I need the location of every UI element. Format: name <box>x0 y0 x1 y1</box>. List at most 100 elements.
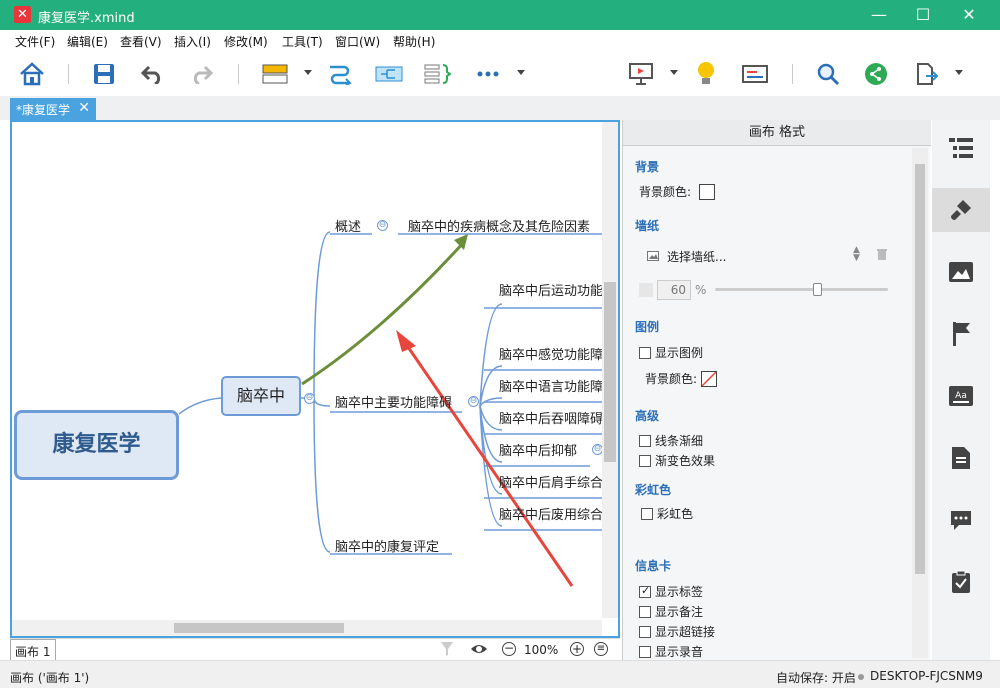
topic-dysfunction-child[interactable]: 脑卒中后吞咽障碍 <box>499 408 603 427</box>
topic-dropdown-icon[interactable] <box>304 70 312 75</box>
info-card-heading: 信息卡 <box>635 559 672 573</box>
task-clipboard-icon[interactable] <box>932 560 990 604</box>
summary-icon[interactable] <box>374 60 404 88</box>
relationship-icon[interactable] <box>326 60 354 88</box>
document-tab-strip: *康复医学 ✕ <box>0 96 1000 120</box>
show-links-checkbox[interactable] <box>639 625 651 638</box>
collapse-icon[interactable]: ⊖ <box>468 396 479 407</box>
collapse-icon[interactable]: ⊖ <box>377 220 388 231</box>
topic-assessment[interactable]: 脑卒中的康复评定 <box>335 536 439 555</box>
legend-color-swatch[interactable] <box>701 370 718 387</box>
more-icon[interactable] <box>474 60 502 88</box>
notes-icon[interactable] <box>932 436 990 480</box>
menu-window[interactable]: 窗口(W) <box>335 33 380 50</box>
background-heading: 背景 <box>635 160 660 174</box>
opacity-slider-handle[interactable] <box>813 283 822 296</box>
share-icon[interactable] <box>862 60 890 88</box>
gradient-checkbox[interactable] <box>639 454 651 467</box>
zoom-in-button[interactable]: + <box>570 642 584 656</box>
text-style-icon[interactable]: Aa <box>932 374 990 418</box>
show-notes-checkbox[interactable] <box>639 605 651 618</box>
rainbow-heading: 彩虹色 <box>635 483 672 497</box>
format-panel: 画布 格式 背景 背景颜色: 墙纸 选择墙纸... ▲ ▼ 60 % 图例 显示图… <box>622 120 931 660</box>
menu-edit[interactable]: 编辑(E) <box>67 33 108 50</box>
menu-insert[interactable]: 插入(I) <box>174 33 211 50</box>
rainbow-checkbox[interactable] <box>641 507 653 520</box>
topic-dysfunction-child[interactable]: 脑卒中后运动功能 <box>499 280 603 299</box>
scroll-thumb[interactable] <box>174 623 344 633</box>
collapse-icon[interactable]: ⊖ <box>304 393 315 404</box>
scroll-thumb[interactable] <box>915 164 925 574</box>
topic-dysfunction[interactable]: 脑卒中主要功能障碍 <box>335 392 452 411</box>
show-labels-checkbox[interactable] <box>639 584 651 598</box>
scroll-thumb[interactable] <box>604 282 616 462</box>
rainbow-label: 彩虹色 <box>657 507 694 521</box>
marker-flag-icon[interactable] <box>932 312 990 356</box>
topic-dysfunction-child[interactable]: 脑卒中语言功能障 <box>499 376 603 395</box>
svg-text:Aa: Aa <box>955 391 967 401</box>
menu-bar: 文件(F) 编辑(E) 查看(V) 插入(I) 修改(M) 工具(T) 窗口(W… <box>0 30 1000 52</box>
sheet-bar: 画布 1 − 100% + ≡ <box>10 638 620 661</box>
topic-dysfunction-child[interactable]: 脑卒中后废用综合 <box>499 504 603 523</box>
background-color-swatch[interactable] <box>699 183 716 200</box>
save-icon[interactable] <box>90 60 118 88</box>
canvas-vertical-scrollbar[interactable] <box>602 122 618 618</box>
maximize-button[interactable]: ☐ <box>908 4 938 26</box>
export-icon[interactable] <box>912 60 940 88</box>
opacity-slider-track[interactable] <box>715 288 888 291</box>
zoom-out-button[interactable]: − <box>502 642 516 656</box>
menu-file[interactable]: 文件(F) <box>15 33 55 50</box>
tab-close-button[interactable]: ✕ <box>78 100 90 116</box>
trash-icon[interactable] <box>877 248 887 263</box>
mindmap-canvas[interactable]: 康复医学 脑卒中 ⊖ 概述 ⊖ 脑卒中的疾病概念及其危险因素 脑卒中主要功能障碍… <box>10 120 620 638</box>
zoom-menu-button[interactable]: ≡ <box>594 642 608 656</box>
filter-funnel-icon[interactable] <box>440 641 454 660</box>
filter-icon[interactable] <box>740 60 770 88</box>
export-dropdown-icon[interactable] <box>955 70 963 75</box>
canvas-horizontal-scrollbar[interactable] <box>12 620 602 636</box>
status-bar: 画布 ('画布 1') 自动保存: 开启 DESKTOP-FJCSNM9 <box>0 660 1000 688</box>
show-audio-checkbox[interactable] <box>639 645 651 658</box>
more-dropdown-icon[interactable] <box>517 70 525 75</box>
menu-view[interactable]: 查看(V) <box>120 33 162 50</box>
menu-tools[interactable]: 工具(T) <box>282 33 323 50</box>
opacity-input[interactable]: 60 <box>657 280 691 300</box>
wallpaper-heading: 墙纸 <box>635 219 660 233</box>
toolbar-separator <box>68 64 69 84</box>
close-window-button[interactable]: ✕ <box>954 4 984 26</box>
sheet-tab[interactable]: 画布 1 <box>10 639 56 661</box>
menu-modify[interactable]: 修改(M) <box>224 33 268 50</box>
topic-overview-child[interactable]: 脑卒中的疾病概念及其危险因素 <box>408 216 590 235</box>
topic-dysfunction-child[interactable]: 脑卒中后抑郁 <box>499 440 577 459</box>
title-bar: ✕ 康复医学.xmind — ☐ ✕ <box>0 0 1000 30</box>
show-legend-checkbox[interactable] <box>639 346 651 359</box>
side-icon-rail: Aa <box>932 120 990 660</box>
spinner-arrows-icon[interactable]: ▲ ▼ <box>853 246 860 263</box>
menu-help[interactable]: 帮助(H) <box>393 33 435 50</box>
presentation-icon[interactable] <box>626 60 656 88</box>
comment-icon[interactable] <box>932 498 990 542</box>
search-icon[interactable] <box>814 60 842 88</box>
topic-overview[interactable]: 概述 <box>335 216 361 235</box>
format-brush-icon[interactable] <box>932 188 990 232</box>
boundary-icon[interactable] <box>422 60 452 88</box>
topic-icon[interactable] <box>260 60 290 88</box>
panel-scrollbar[interactable] <box>912 148 928 658</box>
idea-icon[interactable] <box>692 60 720 88</box>
redo-icon[interactable] <box>188 60 216 88</box>
eye-icon[interactable] <box>470 641 488 660</box>
taper-lines-checkbox[interactable] <box>639 434 651 447</box>
image-panel-icon[interactable] <box>932 250 990 294</box>
presentation-dropdown-icon[interactable] <box>670 70 678 75</box>
tab-kangfuyixue[interactable]: *康复医学 ✕ <box>10 98 96 120</box>
zoom-level: 100% <box>524 643 559 657</box>
topic-dysfunction-child[interactable]: 脑卒中后肩手综合 <box>499 472 603 491</box>
main-topic[interactable]: 脑卒中 <box>221 376 301 416</box>
select-wallpaper-dropdown[interactable]: 选择墙纸... <box>667 248 726 265</box>
minimize-button[interactable]: — <box>864 4 894 26</box>
central-topic[interactable]: 康复医学 <box>14 410 179 480</box>
topic-dysfunction-child[interactable]: 脑卒中感觉功能障 <box>499 344 603 363</box>
home-icon[interactable] <box>18 60 46 88</box>
undo-icon[interactable] <box>138 60 166 88</box>
outline-icon[interactable] <box>932 126 990 170</box>
